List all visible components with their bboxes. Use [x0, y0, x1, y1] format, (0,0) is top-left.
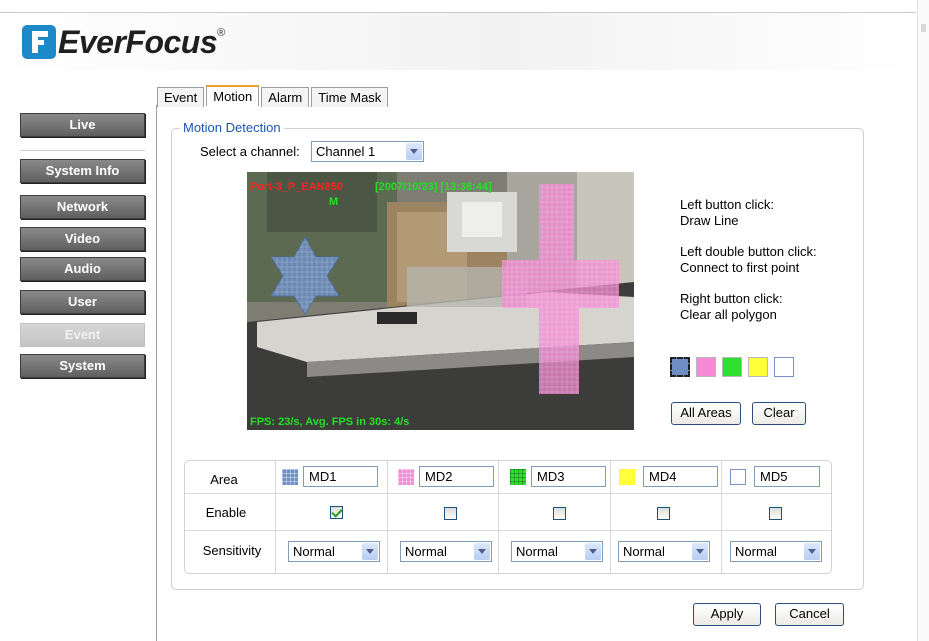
md2-color-icon — [398, 468, 414, 485]
sensitivity-row-label: Sensitivity — [202, 543, 262, 558]
sidebar-item-live[interactable]: Live — [20, 113, 145, 137]
video-camera-name: Port-3_P_EAN850 — [250, 181, 343, 193]
logo-f-icon — [22, 25, 56, 59]
help-left-click-desc: Draw Line — [680, 213, 739, 228]
md1-sensitivity-value: Normal — [293, 544, 335, 559]
md3-name-input[interactable]: MD3 — [531, 466, 606, 487]
help-double-click-title: Left double button click: — [680, 244, 817, 259]
md2-sensitivity-value: Normal — [405, 544, 447, 559]
md1-color-icon — [282, 468, 298, 485]
apply-button[interactable]: Apply — [693, 603, 761, 626]
area-row-label: Area — [210, 472, 238, 487]
swatch-md3[interactable] — [722, 357, 742, 377]
sidebar-item-system[interactable]: System — [20, 354, 145, 378]
chevron-down-icon — [804, 543, 820, 560]
chevron-down-icon — [406, 143, 422, 160]
chevron-down-icon — [362, 543, 378, 560]
md4-area-cell: MD4 — [619, 466, 718, 487]
md1-name-input[interactable]: MD1 — [303, 466, 378, 487]
tab-time-mask[interactable]: Time Mask — [311, 87, 389, 107]
panel-legend: Motion Detection — [180, 120, 284, 135]
help-double-click: Left double button click: Connect to fir… — [680, 244, 817, 276]
md1-sensitivity-select[interactable]: Normal — [288, 541, 380, 562]
video-fps-text: FPS: 23/s, Avg. FPS in 30s: 4/s — [250, 416, 410, 428]
tab-alarm[interactable]: Alarm — [261, 87, 310, 107]
sidebar-item-video[interactable]: Video — [20, 227, 145, 251]
chevron-down-icon — [585, 543, 601, 560]
swatch-md1[interactable] — [670, 357, 690, 377]
tab-motion[interactable]: Motion — [206, 85, 260, 106]
md4-sensitivity-select[interactable]: Normal — [618, 541, 710, 562]
md2-name-input[interactable]: MD2 — [419, 466, 494, 487]
logo-text: EverFocus — [58, 23, 218, 60]
tab-event[interactable]: Event — [157, 87, 205, 107]
md3-color-icon — [510, 468, 526, 485]
md3-sensitivity-value: Normal — [516, 544, 558, 559]
help-right-click-desc: Clear all polygon — [680, 307, 777, 322]
md2-enable-checkbox[interactable] — [444, 507, 457, 520]
md1-area-cell: MD1 — [282, 466, 378, 487]
md3-sensitivity-select[interactable]: Normal — [511, 541, 603, 562]
logo-registered-mark: ® — [217, 27, 226, 39]
channel-select[interactable]: Channel 1 — [311, 141, 424, 162]
md5-sensitivity-value: Normal — [735, 544, 777, 559]
help-left-click-title: Left button click: — [680, 197, 774, 212]
window-scrollbar[interactable] — [917, 0, 929, 641]
md3-enable-checkbox[interactable] — [553, 507, 566, 520]
chevron-down-icon — [692, 543, 708, 560]
enable-row-label: Enable — [205, 505, 247, 520]
md4-sensitivity-value: Normal — [623, 544, 665, 559]
channel-label: Select a channel: — [200, 144, 300, 159]
help-left-click: Left button click: Draw Line — [680, 197, 774, 229]
content-left-border — [156, 105, 157, 641]
tab-bar: Event Motion Alarm Time Mask — [157, 85, 390, 107]
md4-color-icon — [619, 468, 635, 485]
sidebar-item-audio[interactable]: Audio — [20, 257, 145, 281]
help-right-click: Right button click: Clear all polygon — [680, 291, 783, 323]
sidebar-item-user[interactable]: User — [20, 290, 145, 314]
video-timestamp: [2007/10/23] [13:36:44] — [375, 181, 492, 193]
help-double-click-desc: Connect to first point — [680, 260, 800, 275]
area-color-swatches — [670, 357, 800, 377]
sidebar-item-event[interactable]: Event — [20, 323, 145, 347]
everfocus-logo: EverFocus ® — [22, 23, 225, 61]
swatch-md4[interactable] — [748, 357, 768, 377]
page: EverFocus ® Live System Info Network Vid… — [0, 0, 929, 641]
video-frame-image — [247, 172, 634, 430]
md3-area-cell: MD3 — [510, 466, 606, 487]
md4-enable-checkbox[interactable] — [657, 507, 670, 520]
channel-select-value: Channel 1 — [316, 144, 376, 159]
chevron-down-icon — [474, 543, 490, 560]
md5-enable-checkbox[interactable] — [769, 507, 782, 520]
md2-sensitivity-select[interactable]: Normal — [400, 541, 492, 562]
cancel-button[interactable]: Cancel — [775, 603, 844, 626]
all-areas-button[interactable]: All Areas — [671, 402, 741, 425]
md5-sensitivity-select[interactable]: Normal — [730, 541, 822, 562]
md5-name-input[interactable]: MD5 — [754, 466, 820, 487]
camera-video-view[interactable]: Port-3_P_EAN850 [2007/10/23] [13:36:44] … — [247, 172, 634, 430]
help-right-click-title: Right button click: — [680, 291, 783, 306]
sidebar-item-system-info[interactable]: System Info — [20, 159, 145, 183]
sidebar-item-network[interactable]: Network — [20, 195, 145, 219]
clear-button[interactable]: Clear — [752, 402, 806, 425]
md5-area-cell: MD5 — [730, 466, 820, 487]
swatch-md5[interactable] — [774, 357, 794, 377]
md2-area-cell: MD2 — [398, 466, 494, 487]
md4-name-input[interactable]: MD4 — [643, 466, 718, 487]
md5-color-icon — [730, 468, 746, 485]
sidebar-divider — [20, 150, 145, 151]
swatch-md2[interactable] — [696, 357, 716, 377]
md1-enable-checkbox[interactable] — [330, 506, 343, 519]
video-motion-flag: M — [329, 196, 339, 208]
